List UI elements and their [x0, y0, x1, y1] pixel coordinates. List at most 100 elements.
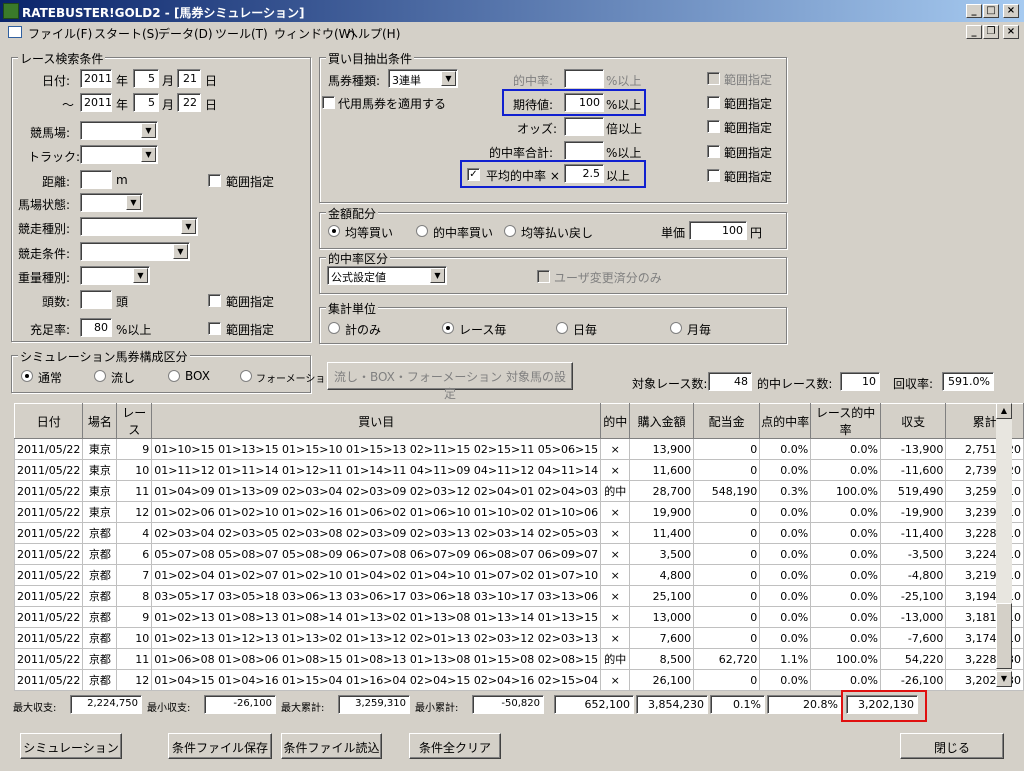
shukei-month-radio[interactable]	[670, 322, 682, 334]
chevron-down-icon[interactable]: ▼	[133, 268, 148, 283]
tekichu-kubun-select[interactable]: 公式設定値 ▼	[327, 266, 447, 285]
scroll-up-icon[interactable]: ▲	[996, 403, 1012, 419]
date-from-year[interactable]: 2011	[80, 69, 112, 88]
table-row[interactable]: 2011/05/22 京都 10 01>02>13 01>12>13 01>13>02…	[13, 627, 1024, 649]
column-header[interactable]: 配当金	[693, 403, 761, 439]
table-cell: -19,900	[879, 501, 947, 523]
column-header[interactable]: レース的中率	[810, 403, 881, 439]
menu-file[interactable]: ファイル(F)	[28, 25, 92, 42]
date-from-month[interactable]: 5	[133, 69, 159, 88]
clear-condition-button[interactable]: 条件全クリア	[409, 733, 501, 759]
column-header[interactable]: 買い目	[151, 403, 602, 439]
menu-tool[interactable]: ツール(T)	[215, 25, 268, 42]
tekichu-gokei-input[interactable]	[564, 141, 604, 160]
odds-input[interactable]	[564, 117, 604, 136]
jusoku-input[interactable]: 80	[80, 318, 112, 337]
jusoku-range-checkbox[interactable]	[208, 322, 221, 335]
chevron-down-icon[interactable]: ▼	[430, 268, 445, 283]
user-checkbox[interactable]	[537, 270, 550, 283]
sim-nagashi-radio[interactable]	[94, 370, 106, 382]
sim-normal-radio[interactable]	[21, 370, 33, 382]
chevron-down-icon[interactable]: ▼	[126, 195, 141, 210]
scroll-thumb[interactable]	[996, 603, 1012, 669]
child-close-icon[interactable]: ×	[1003, 25, 1019, 39]
save-condition-button[interactable]: 条件ファイル保存	[168, 733, 272, 759]
column-header[interactable]: 日付	[13, 403, 84, 439]
table-row[interactable]: 2011/05/22 東京 9 01>10>15 01>13>15 01>15>10 …	[13, 438, 1024, 460]
shubetsu-select[interactable]: ▼	[80, 217, 198, 236]
tanka-input[interactable]: 100	[689, 221, 747, 240]
table-row[interactable]: 2011/05/22 東京 12 01>02>06 01>02>10 01>02>16…	[13, 501, 1024, 523]
table-cell: 10	[116, 459, 153, 481]
column-header[interactable]: 購入金額	[629, 403, 695, 439]
column-header[interactable]: レース	[116, 403, 153, 439]
child-minimize-icon[interactable]: _	[966, 25, 982, 39]
table-row[interactable]: 2011/05/22 京都 6 05>07>08 05>08>07 05>08>09 …	[13, 543, 1024, 565]
chevron-down-icon[interactable]: ▼	[141, 147, 156, 162]
shukei-total-radio[interactable]	[328, 322, 340, 334]
table-row[interactable]: 2011/05/22 京都 8 03>05>17 03>05>18 03>06>13 …	[13, 585, 1024, 607]
shukei-race-radio[interactable]	[442, 322, 454, 334]
juryo-select[interactable]: ▼	[80, 266, 150, 285]
result-table[interactable]: 日付 場名 レース 買い目 的中 購入金額 配当金 点的中率 レース的中率 収支 累計 2011/0…	[13, 403, 1024, 691]
odds-range-checkbox[interactable]	[707, 120, 720, 133]
date-to-month[interactable]: 5	[133, 93, 159, 112]
tosu-input[interactable]	[80, 290, 112, 309]
date-to-day[interactable]: 22	[177, 93, 201, 112]
total-kounyu: 652,100	[554, 695, 634, 714]
track-select[interactable]: ▼	[80, 145, 158, 164]
table-row[interactable]: 2011/05/22 京都 12 01>04>15 01>04>16 01>15>04…	[13, 669, 1024, 691]
close-button[interactable]: 閉じる	[900, 733, 1004, 759]
column-header[interactable]: 点的中率	[759, 403, 812, 439]
sim-formation-radio[interactable]	[240, 370, 252, 382]
close-icon[interactable]: ×	[1003, 4, 1019, 18]
vertical-scrollbar[interactable]: ▲ ▼	[996, 403, 1012, 687]
table-row[interactable]: 2011/05/22 京都 9 01>02>13 01>08>13 01>08>14 …	[13, 606, 1024, 628]
table-row[interactable]: 2011/05/22 東京 11 01>04>09 01>13>09 02>03>04…	[13, 480, 1024, 502]
table-cell: 京都	[82, 585, 118, 607]
menu-help[interactable]: ヘルプ(H)	[346, 25, 400, 42]
column-header[interactable]: 収支	[879, 403, 947, 439]
joken-select[interactable]: ▼	[80, 242, 190, 261]
date-to-year[interactable]: 2011	[80, 93, 112, 112]
menu-window[interactable]: ウィンドウ(W)	[274, 25, 355, 42]
amount-equal-radio[interactable]	[328, 225, 340, 237]
daiyo-checkbox[interactable]	[322, 96, 335, 109]
chevron-down-icon[interactable]: ▼	[181, 219, 196, 234]
child-restore-icon[interactable]: ❐	[983, 25, 999, 39]
scroll-down-icon[interactable]: ▼	[996, 671, 1012, 687]
minimize-icon[interactable]: _	[966, 4, 982, 18]
column-header[interactable]: 場名	[82, 403, 118, 439]
distance-input[interactable]	[80, 170, 112, 189]
maximize-icon[interactable]: □	[983, 4, 999, 18]
target-horse-setting-button[interactable]: 流し・BOX・フォーメーション 対象馬の設定	[327, 362, 573, 401]
keibajo-select[interactable]: ▼	[80, 121, 158, 140]
menu-data[interactable]: データ(D)	[158, 25, 213, 42]
chevron-down-icon[interactable]: ▼	[173, 244, 188, 259]
tekichu-range-checkbox[interactable]	[707, 72, 720, 85]
amount-payout-radio[interactable]	[504, 225, 516, 237]
tosu-range-checkbox[interactable]	[208, 294, 221, 307]
heikin-range-checkbox[interactable]	[707, 169, 720, 182]
chevron-down-icon[interactable]: ▼	[441, 71, 456, 86]
table-row[interactable]: 2011/05/22 京都 11 01>06>08 01>08>06 01>08>15…	[13, 648, 1024, 670]
baken-select[interactable]: 3連単 ▼	[388, 69, 458, 88]
table-cell: -4,800	[879, 564, 947, 586]
table-row[interactable]: 2011/05/22 京都 7 01>02>04 01>02>07 01>02>10 …	[13, 564, 1024, 586]
date-from-day[interactable]: 21	[177, 69, 201, 88]
tekichu-input[interactable]	[564, 69, 604, 88]
baba-select[interactable]: ▼	[80, 193, 143, 212]
amount-tekichu-radio[interactable]	[416, 225, 428, 237]
column-header[interactable]: 的中	[600, 403, 631, 439]
table-row[interactable]: 2011/05/22 東京 10 01>11>12 01>11>14 01>12>11…	[13, 459, 1024, 481]
chevron-down-icon[interactable]: ▼	[141, 123, 156, 138]
menu-start[interactable]: スタート(S)	[94, 25, 159, 42]
shukei-day-radio[interactable]	[556, 322, 568, 334]
load-condition-button[interactable]: 条件ファイル読込	[281, 733, 382, 759]
tekichu-gokei-range-checkbox[interactable]	[707, 145, 720, 158]
sim-box-radio[interactable]	[168, 370, 180, 382]
simulate-button[interactable]: シミュレーション	[20, 733, 122, 759]
kitai-range-checkbox[interactable]	[707, 96, 720, 109]
distance-range-checkbox[interactable]	[208, 174, 221, 187]
table-row[interactable]: 2011/05/22 京都 4 02>03>04 02>03>05 02>03>08 …	[13, 522, 1024, 544]
